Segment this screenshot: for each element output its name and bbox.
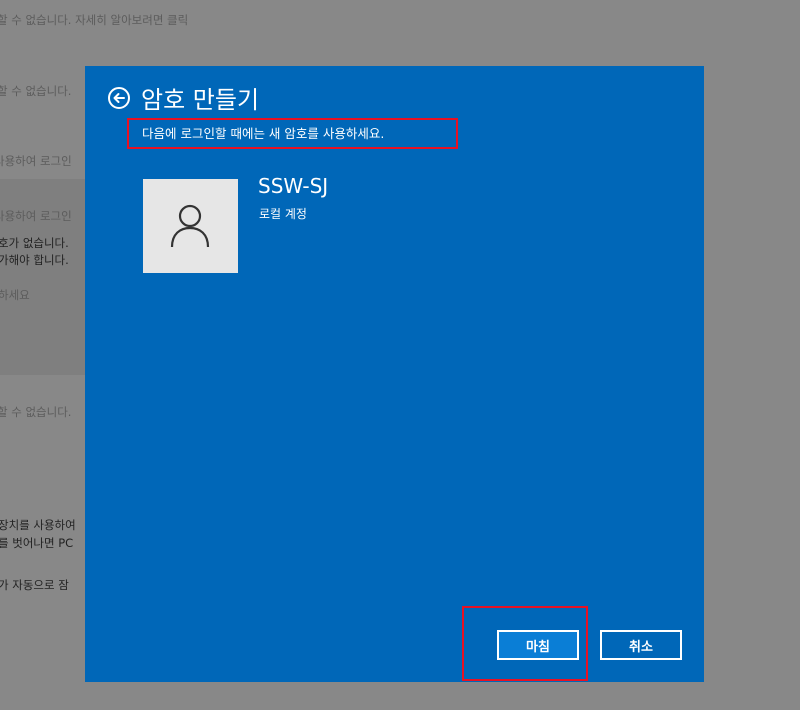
- background-text: 하세요: [0, 288, 30, 302]
- background-text: 호가 없습니다.: [0, 236, 69, 250]
- background-text: 를 벗어나면 PC: [0, 536, 74, 550]
- avatar: [143, 179, 238, 273]
- background-text: 할 수 없습니다.: [0, 405, 72, 419]
- account-name: SSW-SJ: [258, 174, 329, 198]
- background-text: 사용하여 로그인: [0, 154, 72, 168]
- finish-button[interactable]: 마침: [497, 630, 579, 660]
- cancel-button[interactable]: 취소: [600, 630, 682, 660]
- background-text: 할 수 없습니다.: [0, 84, 72, 98]
- account-type: 로컬 계정: [259, 207, 307, 221]
- background-text: 할 수 없습니다. 자세히 알아보려면 클릭: [0, 13, 189, 27]
- dialog-title: 암호 만들기: [141, 86, 260, 114]
- background-text: 가 자동으로 잠: [0, 578, 69, 592]
- create-password-dialog: 암호 만들기 다음에 로그인할 때에는 새 암호를 사용하세요. SSW-SJ …: [85, 66, 704, 682]
- dialog-subtitle: 다음에 로그인할 때에는 새 암호를 사용하세요.: [142, 126, 385, 141]
- back-button[interactable]: [107, 86, 131, 110]
- background-text: 가해야 합니다.: [0, 253, 69, 267]
- back-arrow-icon: [108, 87, 130, 109]
- background-text: 장치를 사용하여: [0, 518, 76, 532]
- background-text: 사용하여 로그인: [0, 209, 72, 223]
- user-icon: [170, 204, 210, 248]
